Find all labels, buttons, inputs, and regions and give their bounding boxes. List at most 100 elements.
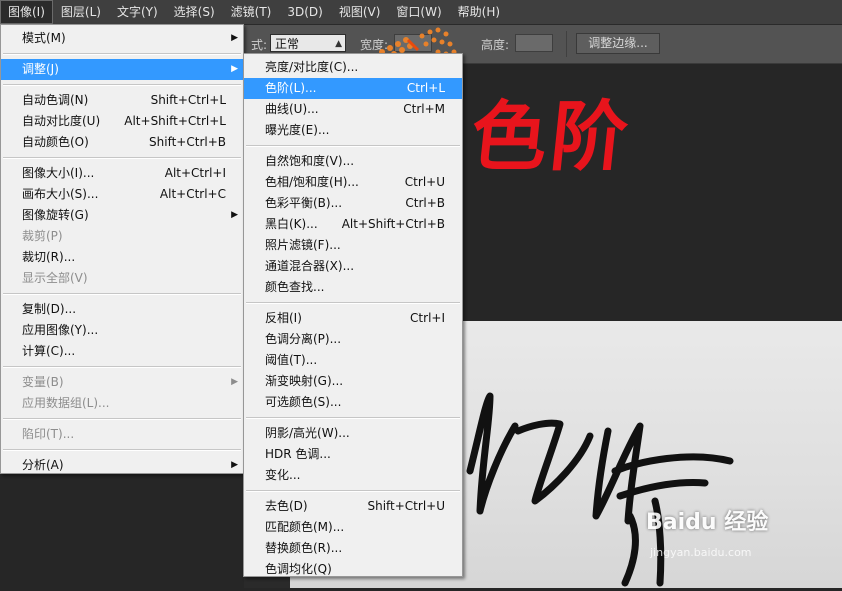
menu-item[interactable]: 曝光度(E)... <box>244 120 462 141</box>
menu-item[interactable]: 反相(I) Ctrl+I <box>244 308 462 329</box>
menu-item-shortcut: Ctrl+L <box>406 81 445 95</box>
menu-item-label: 显示全部(V) <box>22 271 88 285</box>
submenu-arrow-icon: ▶ <box>231 210 238 220</box>
menubar-item[interactable]: 文字(Y) <box>109 0 166 24</box>
menu-item[interactable]: 去色(D) Shift+Ctrl+U <box>244 496 462 517</box>
menu-separator <box>3 157 241 159</box>
menu-item-label: 匹配颜色(M)... <box>265 520 345 534</box>
menubar-item[interactable]: 选择(S) <box>166 0 223 24</box>
menu-item[interactable]: 分析(A) ▶ <box>1 455 243 476</box>
menu-item[interactable]: 匹配颜色(M)... <box>244 517 462 538</box>
menu-item: 变量(B) ▶ <box>1 372 243 393</box>
menubar-item[interactable]: 图像(I) <box>0 0 53 24</box>
menu-item[interactable]: HDR 色调... <box>244 444 462 465</box>
menu-item-label: HDR 色调... <box>265 447 331 461</box>
menu-item-label: 应用图像(Y)... <box>22 323 99 337</box>
baidu-watermark-url: jingyan.baidu.com <box>650 546 752 559</box>
menu-item: 陷印(T)... <box>1 424 243 445</box>
menu-item-label: 应用数据组(L)... <box>22 396 110 410</box>
menu-item-label: 替换颜色(R)... <box>265 541 343 555</box>
menubar-item[interactable]: 滤镜(T) <box>223 0 280 24</box>
menu-item: 应用数据组(L)... <box>1 393 243 414</box>
menu-item[interactable]: 应用图像(Y)... <box>1 320 243 341</box>
menu-item-label: 变化... <box>265 468 301 482</box>
menu-item-shortcut: Ctrl+I <box>410 311 445 325</box>
menu-item-label: 自动色调(N) <box>22 93 89 107</box>
menu-item[interactable]: 复制(D)... <box>1 299 243 320</box>
menu-item[interactable]: 自然饱和度(V)... <box>244 151 462 172</box>
menu-item[interactable]: 自动对比度(U) Alt+Shift+Ctrl+L <box>1 111 243 132</box>
menu-item-label: 色调分离(P)... <box>265 332 342 346</box>
menu-item[interactable]: 图像大小(I)... Alt+Ctrl+I <box>1 163 243 184</box>
mode-label: 式: <box>251 38 268 52</box>
menu-item-label: 阴影/高光(W)... <box>265 426 350 440</box>
menu-item[interactable]: 自动颜色(O) Shift+Ctrl+B <box>1 132 243 153</box>
menu-item[interactable]: 亮度/对比度(C)... <box>244 57 462 78</box>
menu-separator <box>3 449 241 451</box>
menu-item[interactable]: 色调均化(Q) <box>244 559 462 580</box>
menu-item-label: 色相/饱和度(H)... <box>265 175 359 189</box>
menu-item-label: 调整(J) <box>22 62 59 76</box>
menu-item[interactable]: 画布大小(S)... Alt+Ctrl+C <box>1 184 243 205</box>
menu-item[interactable]: 模式(M) ▶ <box>1 28 243 49</box>
menu-item-label: 分析(A) <box>22 458 64 472</box>
menu-item-label: 曲线(U)... <box>265 102 319 116</box>
menu-item[interactable]: 替换颜色(R)... <box>244 538 462 559</box>
menu-item[interactable]: 照片滤镜(F)... <box>244 235 462 256</box>
menu-item-label: 自然饱和度(V)... <box>265 154 355 168</box>
menu-separator <box>246 490 460 492</box>
menu-item-label: 黑白(K)... <box>265 217 318 231</box>
menu-item-label: 自动对比度(U) <box>22 114 101 128</box>
menu-item[interactable]: 曲线(U)... Ctrl+M <box>244 99 462 120</box>
menu-item-shortcut: Alt+Shift+Ctrl+B <box>341 217 445 231</box>
menu-item-label: 自动颜色(O) <box>22 135 89 149</box>
menu-item-label: 色彩平衡(B)... <box>265 196 343 210</box>
mode-select-value: 正常 <box>275 37 300 51</box>
mode-select[interactable]: 正常 ▲ <box>270 34 346 52</box>
menu-item[interactable]: 通道混合器(X)... <box>244 256 462 277</box>
menubar-item[interactable]: 图层(L) <box>53 0 109 24</box>
menu-item: 裁剪(P) <box>1 226 243 247</box>
height-field[interactable] <box>515 34 553 52</box>
menu-item[interactable]: 自动色调(N) Shift+Ctrl+L <box>1 90 243 111</box>
menu-item[interactable]: 图像旋转(G) ▶ <box>1 205 243 226</box>
menu-item[interactable]: 色彩平衡(B)... Ctrl+B <box>244 193 462 214</box>
submenu-arrow-icon: ▶ <box>231 64 238 74</box>
menu-item[interactable]: 色调分离(P)... <box>244 329 462 350</box>
menu-item-label: 陷印(T)... <box>22 427 75 441</box>
menu-item-label: 照片滤镜(F)... <box>265 238 341 252</box>
menu-item[interactable]: 黑白(K)... Alt+Shift+Ctrl+B <box>244 214 462 235</box>
menu-item[interactable]: 阴影/高光(W)... <box>244 423 462 444</box>
menubar-item[interactable]: 窗口(W) <box>388 0 449 24</box>
menu-item[interactable]: 调整(J) ▶ <box>1 59 243 80</box>
menu-item[interactable]: 计算(C)... <box>1 341 243 362</box>
menu-item-shortcut: Alt+Ctrl+I <box>164 166 226 180</box>
menu-item-label: 裁剪(P) <box>22 229 63 243</box>
menu-item[interactable]: 阈值(T)... <box>244 350 462 371</box>
menu-item[interactable]: 渐变映射(G)... <box>244 371 462 392</box>
menu-item[interactable]: 裁切(R)... <box>1 247 243 268</box>
submenu-arrow-icon: ▶ <box>231 460 238 470</box>
menu-separator <box>3 418 241 420</box>
menu-item[interactable]: 颜色查找... <box>244 277 462 298</box>
menubar-item[interactable]: 视图(V) <box>331 0 389 24</box>
menu-item-label: 模式(M) <box>22 31 66 45</box>
menu-item-label: 通道混合器(X)... <box>265 259 355 273</box>
baidu-watermark: Baidu 经验 <box>646 510 769 535</box>
menu-item[interactable]: 色相/饱和度(H)... Ctrl+U <box>244 172 462 193</box>
menu-item: 显示全部(V) <box>1 268 243 289</box>
menu-item[interactable]: 变化... <box>244 465 462 486</box>
height-label: 高度: <box>481 38 510 52</box>
menu-item-label: 渐变映射(G)... <box>265 374 344 388</box>
menu-item-label: 裁切(R)... <box>22 250 76 264</box>
menu-separator <box>3 366 241 368</box>
refine-edge-button[interactable]: 调整边缘... <box>576 33 660 54</box>
menu-item[interactable]: 可选颜色(S)... <box>244 392 462 413</box>
menubar-item[interactable]: 帮助(H) <box>450 0 508 24</box>
menu-item[interactable]: 色阶(L)... Ctrl+L <box>244 78 462 99</box>
menu-item-label: 颜色查找... <box>265 280 325 294</box>
menubar-item[interactable]: 3D(D) <box>279 0 330 24</box>
menu-item-shortcut: Ctrl+U <box>404 175 445 189</box>
menu-item-label: 曝光度(E)... <box>265 123 330 137</box>
menu-item-shortcut: Ctrl+B <box>405 196 445 210</box>
